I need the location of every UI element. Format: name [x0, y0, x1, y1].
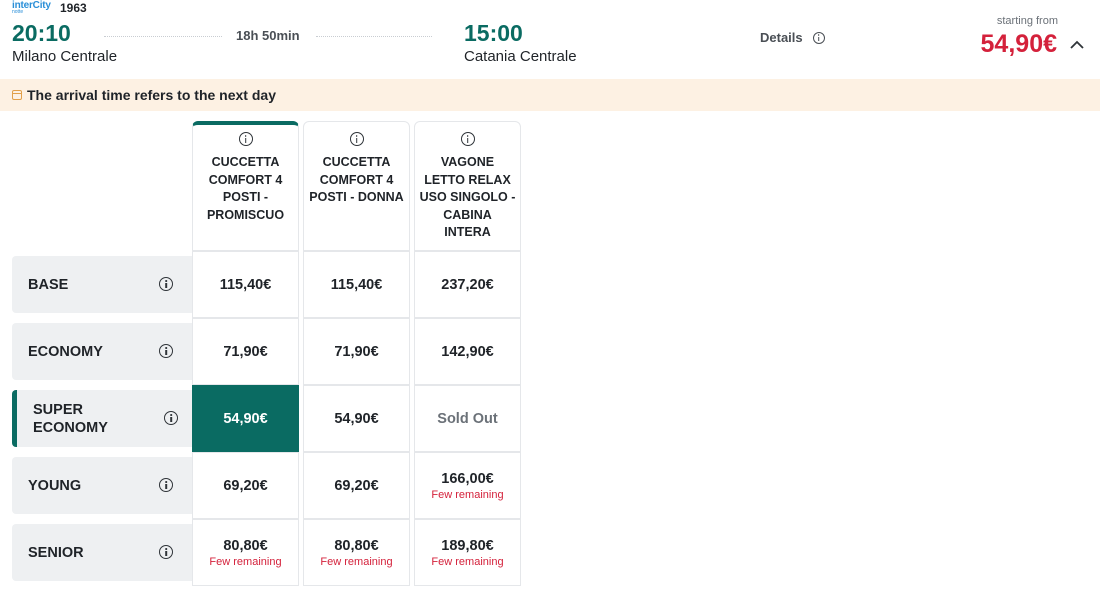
price-cell[interactable]: 166,00€ Few remaining: [414, 452, 521, 519]
calendar-icon: [12, 90, 22, 100]
price-cell[interactable]: 115,40€: [192, 251, 299, 318]
column-header-cuccetta-donna: CUCCETTA COMFORT 4 POSTI - DONNA: [303, 121, 410, 251]
info-icon[interactable]: [159, 344, 173, 358]
price-cell[interactable]: 142,90€: [414, 318, 521, 385]
price-cell[interactable]: 80,80€ Few remaining: [192, 519, 299, 586]
fare-label: ECONOMY: [28, 343, 103, 360]
duration-line-right: [316, 36, 432, 37]
column-title: CUCCETTA COMFORT 4 POSTI - PROMISCUO: [206, 155, 285, 222]
price-cell[interactable]: 69,20€: [192, 452, 299, 519]
price: 142,90€: [441, 343, 494, 360]
price-cell-sold-out: Sold Out: [414, 385, 521, 452]
arrival-station: Catania Centrale: [464, 48, 577, 65]
column-header-vagone-letto: VAGONE LETTO RELAX USO SINGOLO - CABINA …: [414, 121, 521, 251]
fare-row-senior[interactable]: SENIOR: [12, 524, 192, 581]
price-cell[interactable]: 71,90€: [303, 318, 410, 385]
train-number: 1963: [60, 1, 87, 15]
price: 80,80€: [223, 537, 268, 554]
train-solution-header: interCity notte 1963 20:10 Milano Centra…: [0, 0, 1100, 78]
starting-price: 54,90€: [980, 30, 1057, 58]
price-cell[interactable]: 54,90€: [303, 385, 410, 452]
availability-note: Few remaining: [209, 555, 282, 568]
price-cell[interactable]: 237,20€: [414, 251, 521, 318]
fare-label: BASE: [28, 276, 69, 293]
info-icon[interactable]: [238, 132, 253, 146]
info-icon[interactable]: [159, 277, 173, 291]
info-icon[interactable]: [159, 478, 173, 492]
column-header-cuccetta-promiscuo: CUCCETTA COMFORT 4 POSTI - PROMISCUO: [192, 121, 299, 251]
fare-row-base[interactable]: BASE: [12, 256, 192, 313]
info-icon[interactable]: [349, 132, 364, 146]
info-icon[interactable]: [164, 411, 178, 425]
price-cell[interactable]: 71,90€: [192, 318, 299, 385]
next-day-arrival-notice: The arrival time refers to the next day: [0, 79, 1100, 111]
price: 71,90€: [334, 343, 379, 360]
starting-from-label: starting from: [996, 15, 1058, 27]
price: 115,40€: [330, 276, 383, 293]
price: 71,90€: [223, 343, 268, 360]
price-cell[interactable]: 69,20€: [303, 452, 410, 519]
price: 115,40€: [219, 276, 272, 293]
departure-time: 20:10: [12, 20, 71, 46]
duration-line-left: [104, 36, 222, 37]
info-icon[interactable]: [460, 132, 475, 146]
price-cell[interactable]: 189,80€ Few remaining: [414, 519, 521, 586]
availability-note: Few remaining: [431, 555, 504, 568]
price: 69,20€: [334, 477, 379, 494]
availability-note: Few remaining: [431, 488, 504, 501]
price: 69,20€: [223, 477, 268, 494]
details-label: Details: [760, 30, 803, 45]
price: 166,00€: [441, 470, 494, 487]
intercity-notte-logo: interCity notte: [12, 0, 51, 15]
price: 237,20€: [441, 276, 494, 293]
departure-station: Milano Centrale: [12, 48, 118, 65]
price-cell[interactable]: 80,80€ Few remaining: [303, 519, 410, 586]
price: 80,80€: [334, 537, 379, 554]
fare-label: SUPER ECONOMY: [33, 401, 108, 436]
price: 54,90€: [334, 410, 379, 427]
fare-row-economy[interactable]: ECONOMY: [12, 323, 192, 380]
sold-out-label: Sold Out: [437, 410, 498, 427]
arrival-time: 15:00: [464, 20, 523, 46]
fare-label: SENIOR: [28, 544, 84, 561]
price-cell-selected[interactable]: 54,90€: [192, 385, 299, 452]
fare-row-young[interactable]: YOUNG: [12, 457, 192, 514]
info-icon[interactable]: [159, 545, 173, 559]
price: 54,90€: [223, 410, 268, 427]
column-title: CUCCETTA COMFORT 4 POSTI - DONNA: [309, 155, 404, 204]
journey-duration: 18h 50min: [236, 28, 300, 43]
fare-label: YOUNG: [28, 477, 82, 494]
train-brand: interCity notte 1963: [12, 0, 87, 16]
info-icon: [812, 31, 825, 44]
fare-row-super-economy[interactable]: SUPER ECONOMY: [12, 390, 192, 447]
chevron-up-icon[interactable]: [1070, 36, 1084, 54]
price: 189,80€: [441, 537, 494, 554]
column-title: VAGONE LETTO RELAX USO SINGOLO - CABINA …: [419, 155, 516, 239]
availability-note: Few remaining: [320, 555, 393, 568]
notice-text: The arrival time refers to the next day: [27, 87, 276, 103]
details-button[interactable]: Details: [760, 30, 825, 45]
price-cell[interactable]: 115,40€: [303, 251, 410, 318]
